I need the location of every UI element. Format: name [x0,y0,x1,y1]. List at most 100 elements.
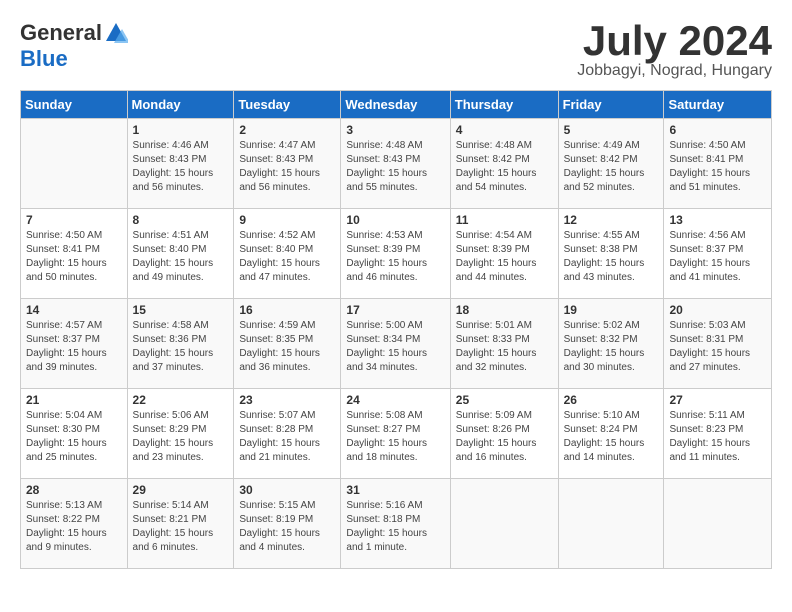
sunset-text: Sunset: 8:23 PM [669,423,766,437]
day-number: 13 [669,213,766,227]
daylight-text: Daylight: 15 hours and 34 minutes. [346,347,444,375]
daylight-text: Daylight: 15 hours and 16 minutes. [456,437,553,465]
day-number: 25 [456,393,553,407]
daylight-text: Daylight: 15 hours and 50 minutes. [26,257,122,285]
daylight-text: Daylight: 15 hours and 9 minutes. [26,527,122,555]
daylight-text: Daylight: 15 hours and 4 minutes. [239,527,335,555]
day-number: 19 [564,303,659,317]
table-row: 28 Sunrise: 5:13 AM Sunset: 8:22 PM Dayl… [21,479,772,569]
col-monday: Monday [127,91,234,119]
sunrise-text: Sunrise: 4:50 AM [26,229,122,243]
day-number: 3 [346,123,444,137]
sunset-text: Sunset: 8:21 PM [133,513,229,527]
table-row: 14 Sunrise: 4:57 AM Sunset: 8:37 PM Dayl… [21,299,772,389]
table-cell: 26 Sunrise: 5:10 AM Sunset: 8:24 PM Dayl… [558,389,664,479]
sunrise-text: Sunrise: 5:09 AM [456,409,553,423]
table-cell: 9 Sunrise: 4:52 AM Sunset: 8:40 PM Dayli… [234,209,341,299]
sunrise-text: Sunrise: 5:16 AM [346,499,444,513]
day-detail: Sunrise: 5:00 AM Sunset: 8:34 PM Dayligh… [346,319,444,375]
sunset-text: Sunset: 8:41 PM [669,153,766,167]
day-detail: Sunrise: 5:07 AM Sunset: 8:28 PM Dayligh… [239,409,335,465]
sunrise-text: Sunrise: 5:01 AM [456,319,553,333]
table-cell: 7 Sunrise: 4:50 AM Sunset: 8:41 PM Dayli… [21,209,128,299]
sunset-text: Sunset: 8:38 PM [564,243,659,257]
day-number: 17 [346,303,444,317]
day-detail: Sunrise: 4:57 AM Sunset: 8:37 PM Dayligh… [26,319,122,375]
day-detail: Sunrise: 4:55 AM Sunset: 8:38 PM Dayligh… [564,229,659,285]
sunset-text: Sunset: 8:37 PM [26,333,122,347]
table-cell: 10 Sunrise: 4:53 AM Sunset: 8:39 PM Dayl… [341,209,450,299]
day-detail: Sunrise: 5:08 AM Sunset: 8:27 PM Dayligh… [346,409,444,465]
table-cell: 16 Sunrise: 4:59 AM Sunset: 8:35 PM Dayl… [234,299,341,389]
table-cell: 12 Sunrise: 4:55 AM Sunset: 8:38 PM Dayl… [558,209,664,299]
day-number: 24 [346,393,444,407]
sunrise-text: Sunrise: 5:06 AM [133,409,229,423]
daylight-text: Daylight: 15 hours and 1 minute. [346,527,444,555]
day-detail: Sunrise: 5:01 AM Sunset: 8:33 PM Dayligh… [456,319,553,375]
sunrise-text: Sunrise: 5:14 AM [133,499,229,513]
sunrise-text: Sunrise: 4:47 AM [239,139,335,153]
daylight-text: Daylight: 15 hours and 47 minutes. [239,257,335,285]
sunset-text: Sunset: 8:39 PM [456,243,553,257]
sunset-text: Sunset: 8:43 PM [133,153,229,167]
logo: General Blue [20,20,128,72]
day-number: 20 [669,303,766,317]
day-number: 16 [239,303,335,317]
daylight-text: Daylight: 15 hours and 49 minutes. [133,257,229,285]
sunrise-text: Sunrise: 4:58 AM [133,319,229,333]
daylight-text: Daylight: 15 hours and 52 minutes. [564,167,659,195]
sunrise-text: Sunrise: 5:02 AM [564,319,659,333]
table-cell: 3 Sunrise: 4:48 AM Sunset: 8:43 PM Dayli… [341,119,450,209]
sunrise-text: Sunrise: 5:13 AM [26,499,122,513]
table-cell [450,479,558,569]
month-title: July 2024 [577,20,772,62]
day-detail: Sunrise: 4:51 AM Sunset: 8:40 PM Dayligh… [133,229,229,285]
table-cell: 5 Sunrise: 4:49 AM Sunset: 8:42 PM Dayli… [558,119,664,209]
day-number: 1 [133,123,229,137]
table-cell: 6 Sunrise: 4:50 AM Sunset: 8:41 PM Dayli… [664,119,772,209]
daylight-text: Daylight: 15 hours and 39 minutes. [26,347,122,375]
sunset-text: Sunset: 8:31 PM [669,333,766,347]
table-cell: 11 Sunrise: 4:54 AM Sunset: 8:39 PM Dayl… [450,209,558,299]
day-number: 12 [564,213,659,227]
daylight-text: Daylight: 15 hours and 30 minutes. [564,347,659,375]
header-row: Sunday Monday Tuesday Wednesday Thursday… [21,91,772,119]
day-detail: Sunrise: 4:52 AM Sunset: 8:40 PM Dayligh… [239,229,335,285]
table-cell: 14 Sunrise: 4:57 AM Sunset: 8:37 PM Dayl… [21,299,128,389]
sunset-text: Sunset: 8:22 PM [26,513,122,527]
table-row: 1 Sunrise: 4:46 AM Sunset: 8:43 PM Dayli… [21,119,772,209]
day-number: 11 [456,213,553,227]
sunrise-text: Sunrise: 4:53 AM [346,229,444,243]
day-number: 27 [669,393,766,407]
day-number: 6 [669,123,766,137]
daylight-text: Daylight: 15 hours and 36 minutes. [239,347,335,375]
sunrise-text: Sunrise: 5:00 AM [346,319,444,333]
sunrise-text: Sunrise: 5:11 AM [669,409,766,423]
daylight-text: Daylight: 15 hours and 6 minutes. [133,527,229,555]
day-number: 21 [26,393,122,407]
table-cell: 23 Sunrise: 5:07 AM Sunset: 8:28 PM Dayl… [234,389,341,479]
daylight-text: Daylight: 15 hours and 32 minutes. [456,347,553,375]
logo-blue-text: Blue [20,46,68,71]
sunrise-text: Sunrise: 4:54 AM [456,229,553,243]
sunset-text: Sunset: 8:24 PM [564,423,659,437]
table-cell: 28 Sunrise: 5:13 AM Sunset: 8:22 PM Dayl… [21,479,128,569]
title-area: July 2024 Jobbagyi, Nograd, Hungary [577,20,772,80]
day-detail: Sunrise: 4:58 AM Sunset: 8:36 PM Dayligh… [133,319,229,375]
daylight-text: Daylight: 15 hours and 25 minutes. [26,437,122,465]
daylight-text: Daylight: 15 hours and 55 minutes. [346,167,444,195]
day-detail: Sunrise: 5:09 AM Sunset: 8:26 PM Dayligh… [456,409,553,465]
table-cell [21,119,128,209]
col-tuesday: Tuesday [234,91,341,119]
table-cell: 20 Sunrise: 5:03 AM Sunset: 8:31 PM Dayl… [664,299,772,389]
table-row: 21 Sunrise: 5:04 AM Sunset: 8:30 PM Dayl… [21,389,772,479]
sunset-text: Sunset: 8:29 PM [133,423,229,437]
table-cell: 25 Sunrise: 5:09 AM Sunset: 8:26 PM Dayl… [450,389,558,479]
col-thursday: Thursday [450,91,558,119]
table-row: 7 Sunrise: 4:50 AM Sunset: 8:41 PM Dayli… [21,209,772,299]
day-number: 5 [564,123,659,137]
col-friday: Friday [558,91,664,119]
daylight-text: Daylight: 15 hours and 44 minutes. [456,257,553,285]
day-number: 7 [26,213,122,227]
day-detail: Sunrise: 4:48 AM Sunset: 8:42 PM Dayligh… [456,139,553,195]
